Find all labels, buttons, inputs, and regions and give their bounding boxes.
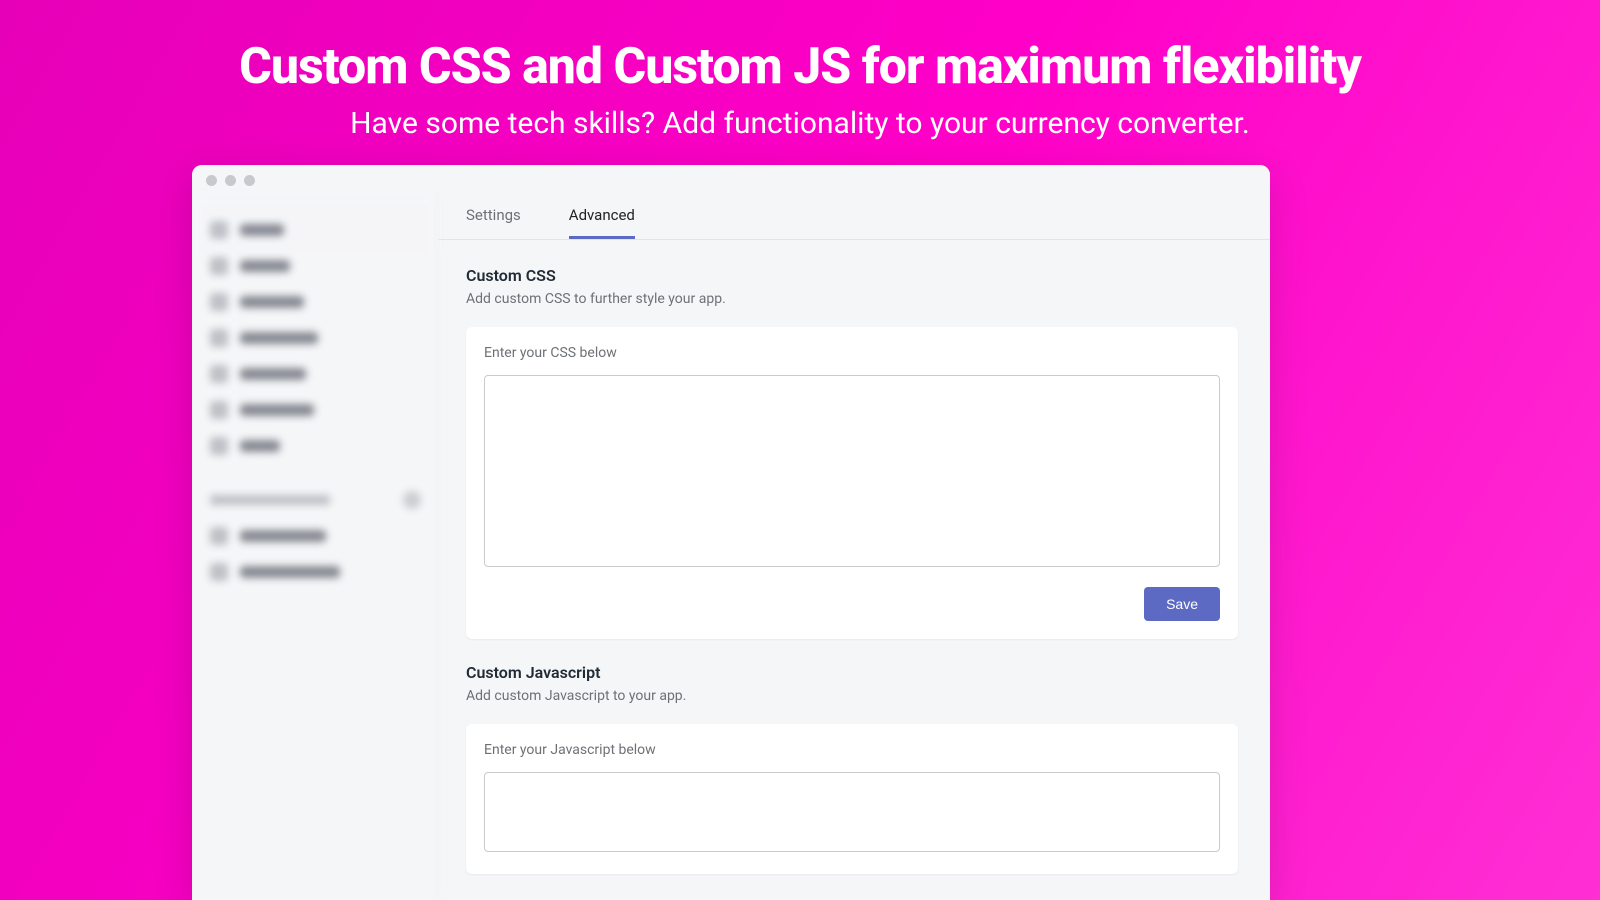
sidebar-item-label xyxy=(240,224,284,236)
hero-title: Custom CSS and Custom JS for maximum fle… xyxy=(0,38,1600,96)
tab-bar: Settings Advanced xyxy=(438,195,1270,240)
sidebar-item-label xyxy=(240,404,314,416)
channel-icon xyxy=(210,527,228,545)
sidebar-item-label xyxy=(240,440,280,452)
nav-icon xyxy=(210,329,228,347)
nav-icon xyxy=(210,257,228,275)
sidebar-channel-label xyxy=(240,530,326,542)
nav-icon xyxy=(210,401,228,419)
sidebar-item[interactable] xyxy=(210,249,437,283)
add-channel-icon[interactable] xyxy=(403,491,421,509)
sidebar-section-header xyxy=(210,491,437,509)
minimize-icon[interactable] xyxy=(225,175,236,186)
hero-subtitle: Have some tech skills? Add functionality… xyxy=(0,106,1600,141)
nav-icon xyxy=(210,293,228,311)
main-panel: Settings Advanced Custom CSS Add custom … xyxy=(438,195,1270,900)
sidebar-item-label xyxy=(240,296,304,308)
section-desc-js: Add custom Javascript to your app. xyxy=(466,688,1238,704)
window-titlebar xyxy=(192,165,1270,195)
tab-advanced[interactable]: Advanced xyxy=(569,195,635,239)
sidebar-item[interactable] xyxy=(210,357,437,391)
js-input[interactable] xyxy=(484,772,1220,852)
card-label-js: Enter your Javascript below xyxy=(484,742,1220,758)
sidebar-channel-item[interactable] xyxy=(210,519,437,553)
sidebar-item-label xyxy=(240,368,306,380)
channel-icon xyxy=(210,563,228,581)
tab-settings[interactable]: Settings xyxy=(466,195,521,239)
section-desc-css: Add custom CSS to further style your app… xyxy=(466,291,1238,307)
nav-icon xyxy=(210,365,228,383)
card-js: Enter your Javascript below xyxy=(466,724,1238,874)
sidebar-item-label xyxy=(240,332,318,344)
sidebar-section-label xyxy=(210,495,330,505)
nav-icon xyxy=(210,437,228,455)
section-title-js: Custom Javascript xyxy=(466,663,1238,682)
css-input[interactable] xyxy=(484,375,1220,567)
sidebar-channel-label xyxy=(240,566,340,578)
nav-icon xyxy=(210,221,228,239)
app-window: Settings Advanced Custom CSS Add custom … xyxy=(192,165,1270,900)
save-button[interactable]: Save xyxy=(1144,587,1220,621)
card-label-css: Enter your CSS below xyxy=(484,345,1220,361)
sidebar-item[interactable] xyxy=(210,429,437,463)
close-icon[interactable] xyxy=(206,175,217,186)
sidebar-channel-item[interactable] xyxy=(210,555,437,589)
sidebar-item[interactable] xyxy=(210,393,437,427)
sidebar-item[interactable] xyxy=(210,321,437,355)
sidebar xyxy=(192,195,438,900)
card-css: Enter your CSS below Save xyxy=(466,327,1238,639)
sidebar-item[interactable] xyxy=(210,213,437,247)
sidebar-item-label xyxy=(240,260,290,272)
section-title-css: Custom CSS xyxy=(466,266,1238,285)
hero-banner: Custom CSS and Custom JS for maximum fle… xyxy=(0,0,1600,141)
maximize-icon[interactable] xyxy=(244,175,255,186)
sidebar-item[interactable] xyxy=(210,285,437,319)
